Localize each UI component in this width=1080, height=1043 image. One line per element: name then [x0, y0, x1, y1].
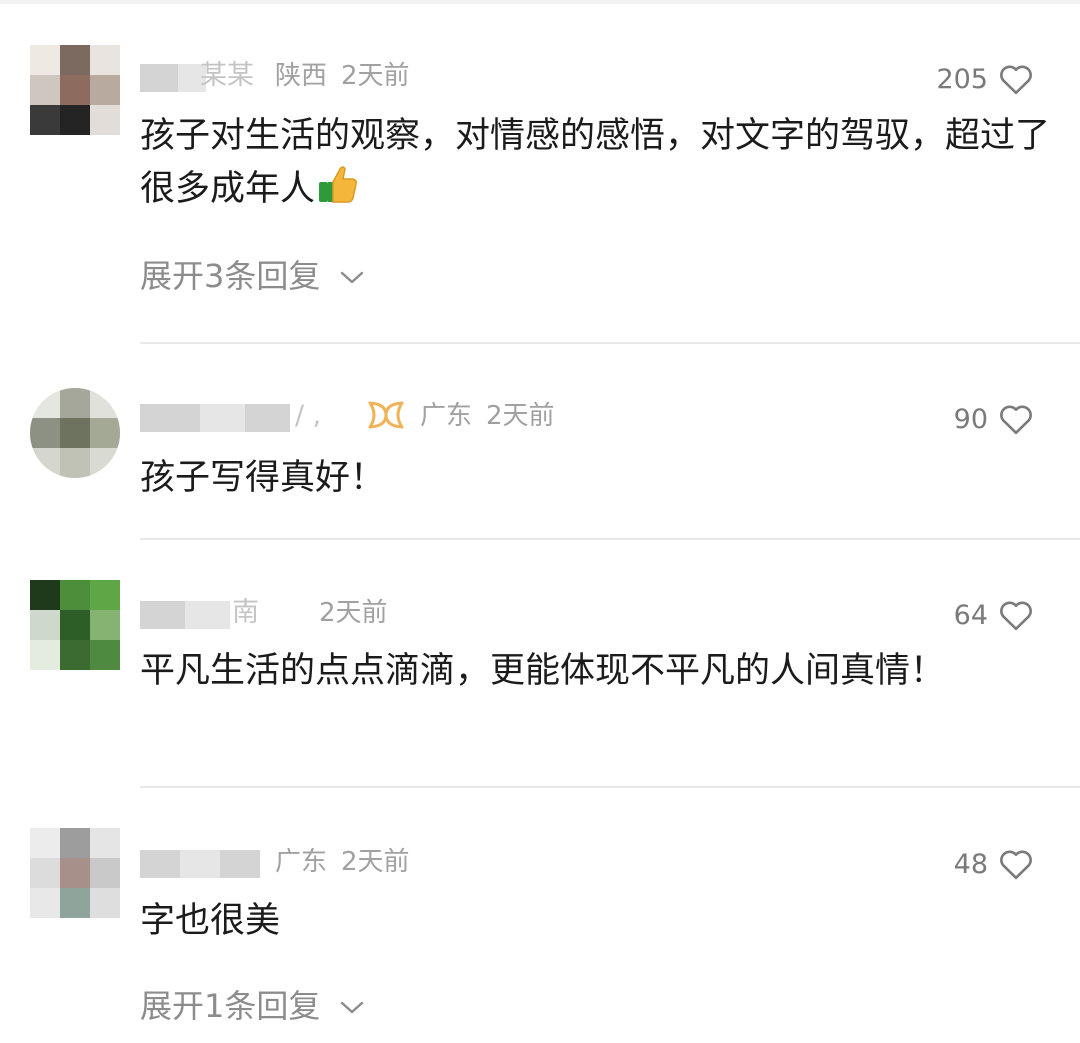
comment-body: 字也很美 — [140, 901, 281, 941]
heart-icon — [1000, 601, 1032, 631]
avatar[interactable] — [30, 388, 120, 478]
comment-meta: 广东 2天前 — [420, 396, 569, 436]
heart-icon — [1000, 405, 1032, 435]
divider — [140, 538, 1080, 540]
avatar[interactable] — [30, 580, 120, 670]
timestamp: 2天前 — [319, 598, 388, 628]
like-count: 205 — [936, 63, 988, 95]
vip-badge-icon — [368, 401, 404, 429]
username-text: 南 — [232, 597, 259, 628]
chevron-down-icon — [341, 1001, 364, 1014]
like-button[interactable]: 64 — [954, 595, 1034, 635]
comment-body: 孩子对生活的观察，对情感的感悟，对文字的驾驭，超过了很多成年人 — [140, 116, 1051, 209]
comment-body: 孩子写得真好！ — [140, 458, 386, 498]
like-button[interactable]: 48 — [954, 844, 1034, 884]
location: 广东 — [420, 401, 473, 431]
timestamp: 2天前 — [486, 401, 555, 431]
like-count: 90 — [953, 403, 988, 435]
expand-replies-button[interactable]: 展开3条回复 — [140, 253, 364, 299]
comment-text: 孩子写得真好！ — [140, 452, 1055, 504]
comment-body: 平凡生活的点点滴滴，更能体现不平凡的人间真情！ — [140, 651, 946, 691]
timestamp: 2天前 — [341, 61, 410, 91]
username-text: / , — [295, 400, 322, 431]
expand-replies-button[interactable]: 展开1条回复 — [140, 983, 364, 1029]
heart-icon — [1000, 65, 1032, 95]
comment-meta: 2天前 — [305, 593, 402, 633]
location: 广东 — [275, 847, 328, 877]
username[interactable]: 南 — [140, 593, 300, 633]
like-count: 64 — [953, 599, 988, 631]
username[interactable]: / , — [140, 396, 355, 436]
comment-text: 孩子对生活的观察，对情感的感悟，对文字的驾驭，超过了很多成年人 — [140, 110, 1055, 221]
comment-meta: 陕西 2天前 — [275, 56, 424, 96]
timestamp: 2天前 — [341, 847, 410, 877]
username[interactable]: 某某 — [140, 56, 265, 96]
comment-text: 平凡生活的点点滴滴，更能体现不平凡的人间真情！ — [140, 645, 1020, 697]
expand-replies-label: 展开3条回复 — [140, 257, 321, 295]
avatar[interactable] — [30, 45, 120, 135]
avatar[interactable] — [30, 828, 120, 918]
chevron-down-icon — [341, 271, 364, 284]
top-divider — [0, 0, 1080, 4]
like-button[interactable]: 90 — [954, 399, 1034, 439]
heart-icon — [1000, 850, 1032, 880]
like-count: 48 — [953, 848, 988, 880]
comment-text: 字也很美 — [140, 895, 1055, 947]
username[interactable] — [140, 842, 270, 882]
expand-replies-label: 展开1条回复 — [140, 987, 321, 1025]
divider — [140, 786, 1080, 788]
comment-meta: 广东 2天前 — [275, 842, 424, 882]
thumbs-up-icon — [315, 162, 359, 221]
location: 陕西 — [275, 61, 328, 91]
like-button[interactable]: 205 — [936, 59, 1034, 99]
username-text: 某某 — [200, 60, 254, 91]
divider — [140, 342, 1080, 344]
